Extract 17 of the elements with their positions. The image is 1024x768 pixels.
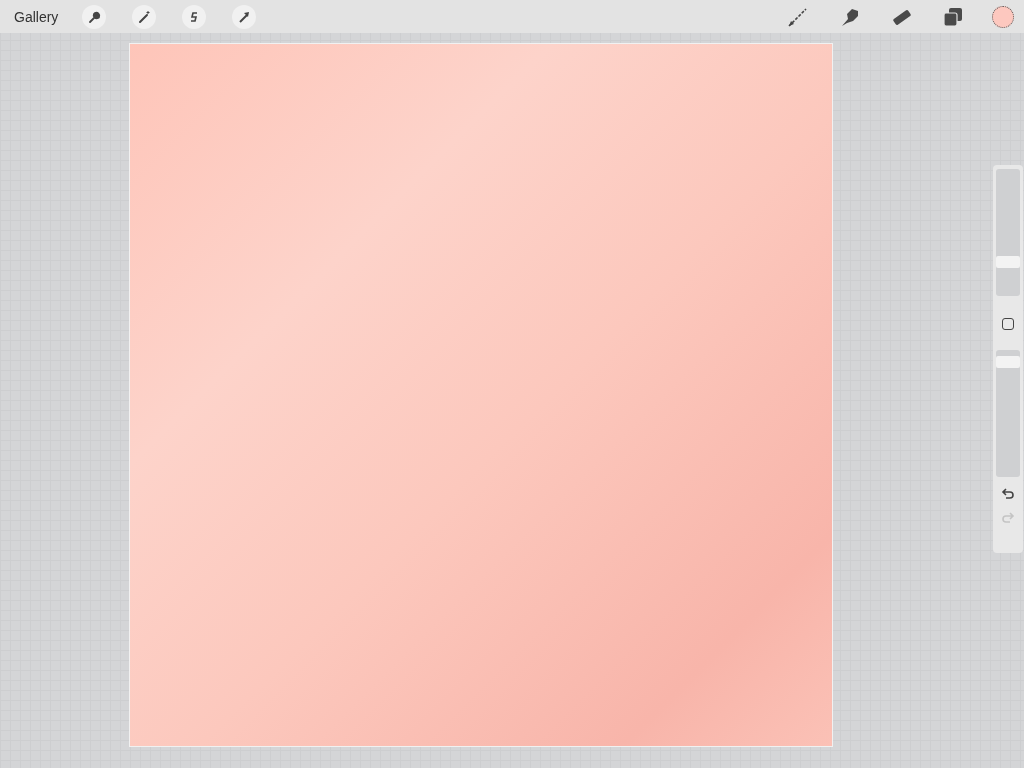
arrow-button[interactable] [232,4,257,29]
color-swatch[interactable] [992,5,1014,28]
undo-button[interactable] [1001,487,1015,501]
brush-size-slider[interactable] [996,169,1020,296]
redo-icon [1001,511,1015,525]
wand-button[interactable] [132,4,157,29]
s-curve-button[interactable] [182,4,207,29]
slider-thumb[interactable] [996,355,1020,368]
gallery-link[interactable]: Gallery [14,8,59,25]
slider-thumb[interactable] [996,256,1020,269]
modify-button[interactable] [1002,318,1014,330]
layers-button[interactable] [942,5,964,28]
layers-icon [942,5,964,28]
undo-icon [1001,487,1015,501]
wand-icon [136,8,153,25]
wrench-button[interactable] [82,4,107,29]
opacity-slider[interactable] [996,350,1020,477]
